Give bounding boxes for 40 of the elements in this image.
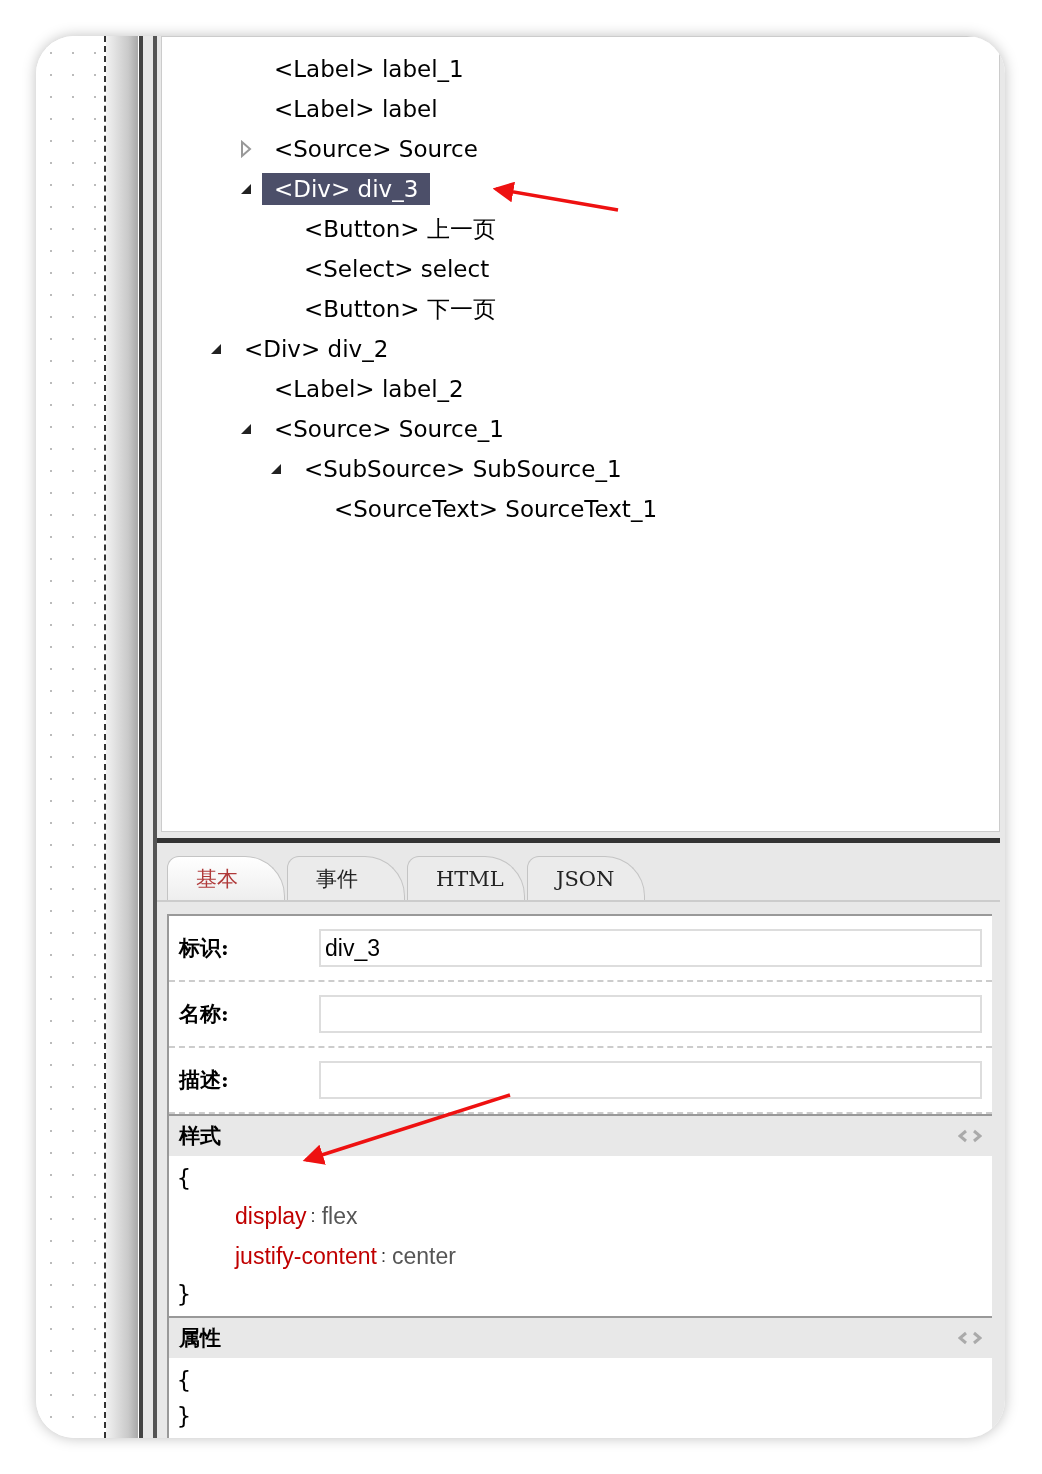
property-value: center	[391, 1242, 456, 1270]
tab[interactable]: 基本	[167, 856, 285, 900]
tree-node[interactable]: <Label> label_1	[262, 53, 476, 85]
expanded-triangle-icon[interactable]	[210, 343, 222, 355]
property-name: justify-content	[235, 1242, 377, 1270]
tree-node[interactable]: <Div> div_2	[232, 333, 401, 365]
code-brace: {	[177, 1366, 192, 1395]
tree-node[interactable]: <Source> Source_1	[262, 413, 516, 445]
field-label: 名称:	[178, 1000, 230, 1028]
property-name: display	[235, 1202, 307, 1230]
tree-node[interactable]: <Label> label_2	[262, 373, 476, 405]
property-value: flex	[321, 1202, 358, 1230]
property-colon: :	[380, 1245, 386, 1267]
field-label: 描述:	[177, 1066, 230, 1094]
tree-node[interactable]: <Div> div_3	[262, 173, 431, 205]
tree-node[interactable]: <Source> Source	[262, 133, 490, 165]
code-brace: }	[177, 1402, 192, 1431]
tree-node[interactable]: <Label> label	[262, 93, 450, 125]
field-label: 标识:	[177, 934, 230, 962]
text-field[interactable]	[319, 1061, 982, 1099]
splitter-bar[interactable]	[139, 36, 157, 1438]
collapsed-triangle-icon[interactable]	[240, 140, 252, 158]
code-brace: {	[177, 1164, 192, 1193]
tree-node[interactable]: <Button> 上一页	[292, 210, 508, 248]
property-colon: :	[310, 1205, 316, 1227]
text-field[interactable]	[319, 995, 982, 1033]
expanded-triangle-icon[interactable]	[270, 463, 282, 475]
text-field[interactable]: div_3	[319, 929, 982, 967]
expanded-triangle-icon[interactable]	[240, 183, 252, 195]
tree-node[interactable]: <Select> select	[292, 253, 502, 285]
section-title: 属性	[179, 1324, 221, 1352]
tree-node[interactable]: <SubSource> SubSource_1	[292, 453, 634, 485]
tab[interactable]: 事件	[287, 856, 405, 900]
code-brace: }	[177, 1280, 192, 1309]
tree-node[interactable]: <SourceText> SourceText_1	[322, 493, 669, 525]
tab[interactable]: HTML	[407, 856, 525, 900]
section-title: 样式	[179, 1122, 221, 1150]
tree-node[interactable]: <Button> 下一页	[292, 290, 508, 328]
expanded-triangle-icon[interactable]	[240, 423, 252, 435]
tab[interactable]: JSON	[527, 856, 645, 900]
